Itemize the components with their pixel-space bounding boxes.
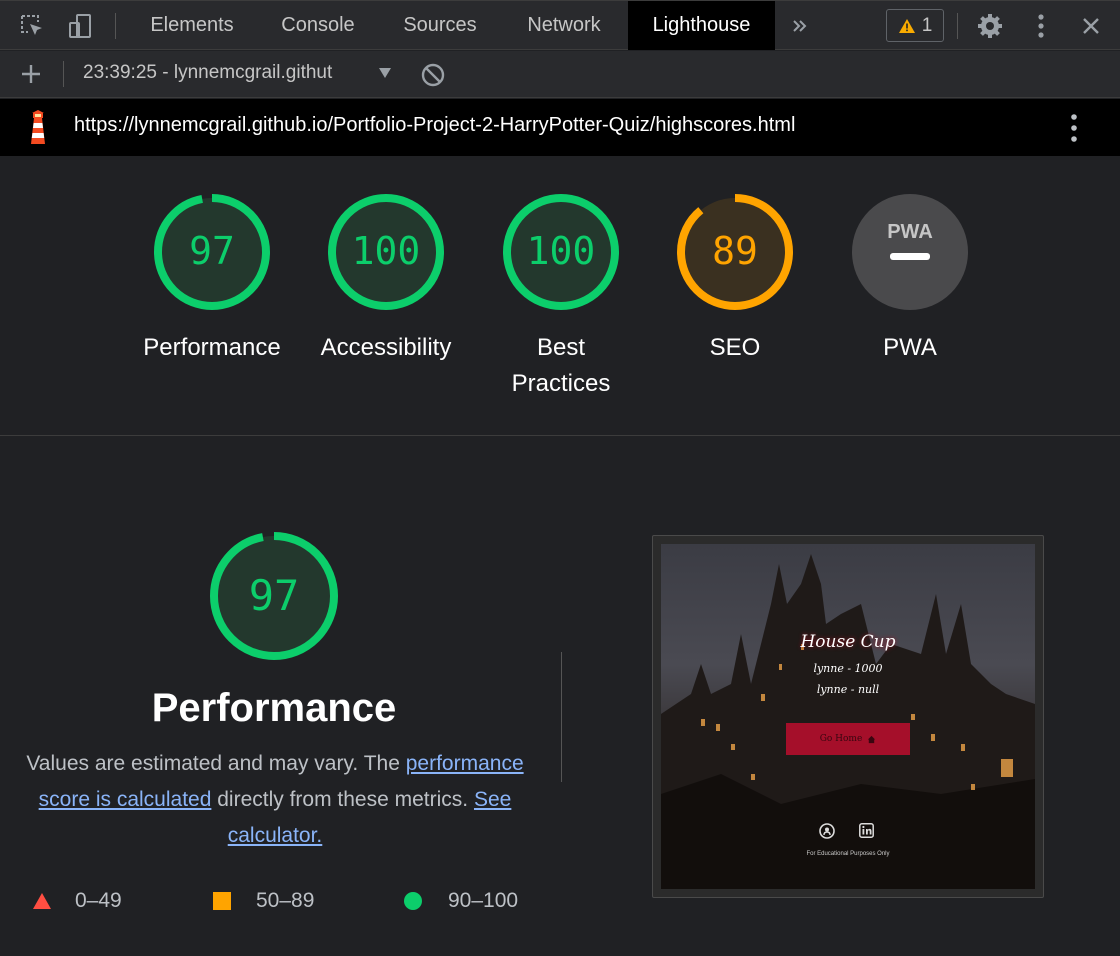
fail-triangle-icon <box>33 893 51 909</box>
screenshot-image: House Cup lynne - 1000 lynne - null Go H… <box>661 544 1035 889</box>
gauge-seo[interactable]: 89 SEO <box>650 192 820 366</box>
gauge-ring: 100 <box>503 194 619 310</box>
desc-prefix: Values are estimated and may vary. The <box>26 752 400 775</box>
inspect-element-icon[interactable] <box>15 9 49 43</box>
performance-title: Performance <box>151 686 397 730</box>
pass-circle-icon <box>404 892 422 910</box>
lighthouse-toolbar: 23:39:25 - lynnemcgrail.githut <box>0 51 1120 98</box>
linkedin-icon <box>859 823 874 838</box>
tab-network[interactable]: Network <box>506 1 622 50</box>
gauge-label: SEO <box>709 334 761 361</box>
pwa-badge-text: PWA <box>887 221 933 243</box>
legend-fail: 0–49 <box>32 888 122 914</box>
tab-console[interactable]: Console <box>262 1 374 50</box>
go-home-label: Go Home <box>819 734 863 744</box>
device-toolbar-icon[interactable] <box>63 9 97 43</box>
dropdown-arrow-icon[interactable] <box>378 66 392 84</box>
score-entry: lynne - 1000 <box>813 662 883 675</box>
performance-score: 97 <box>249 571 300 620</box>
go-home-button: Go Home <box>786 723 910 755</box>
gauge-score: 97 <box>189 229 235 273</box>
report-url-bar: https://lynnemcgrail.github.io/Portfolio… <box>0 99 1120 156</box>
score-gauges: 97 Performance 100 Accessibility 100 Bes… <box>0 156 1120 436</box>
final-screenshot[interactable]: House Cup lynne - 1000 lynne - null Go H… <box>652 535 1044 898</box>
report-url[interactable]: https://lynnemcgrail.github.io/Portfolio… <box>74 114 795 137</box>
gauge-score: 89 <box>712 229 758 273</box>
gauge-score: 100 <box>527 229 596 273</box>
warning-icon <box>898 18 915 33</box>
gauge-best-practices[interactable]: 100 Best Practices <box>476 192 646 402</box>
close-devtools-icon[interactable] <box>1074 9 1108 43</box>
report-menu-icon[interactable] <box>1070 113 1078 148</box>
house-cup-title: House Cup <box>800 632 896 652</box>
castle-silhouette <box>661 554 1035 889</box>
average-square-icon <box>213 892 231 910</box>
settings-gear-icon[interactable] <box>973 9 1007 43</box>
toolbar-divider <box>115 13 116 39</box>
tab-sources[interactable]: Sources <box>384 1 496 50</box>
gauge-ring: 97 <box>154 194 270 310</box>
tab-lighthouse[interactable]: Lighthouse <box>628 1 775 50</box>
gauge-label: Accessibility <box>320 334 452 361</box>
github-icon <box>819 823 835 839</box>
footer-note: For Educational Purposes Only <box>806 851 890 857</box>
warnings-badge[interactable]: 1 <box>886 9 944 42</box>
legend-range: 90–100 <box>448 889 519 912</box>
pwa-badge-icon: PWA <box>852 194 968 310</box>
legend-average: 50–89 <box>213 888 314 914</box>
score-entry: lynne - null <box>816 683 880 696</box>
warning-count: 1 <box>921 14 933 36</box>
gauge-pwa[interactable]: PWA PWA <box>825 192 995 366</box>
gauge-label: Performance <box>143 334 281 361</box>
gauge-label: Best Practices <box>511 334 611 397</box>
report-select-label: 23:39:25 - lynnemcgrail.githut <box>83 62 333 83</box>
desc-middle: directly from these metrics. <box>217 788 469 811</box>
performance-gauge: 97 <box>210 532 338 660</box>
performance-category: 97 Performance Values are estimated and … <box>0 436 560 956</box>
legend-pass: 90–100 <box>404 888 518 914</box>
new-report-plus-icon[interactable] <box>14 57 48 91</box>
more-options-icon[interactable] <box>1024 9 1058 43</box>
toolbar2-divider <box>63 61 64 87</box>
gauge-accessibility[interactable]: 100 Accessibility <box>301 192 471 366</box>
gauge-ring: 89 <box>677 194 793 310</box>
legend-range: 0–49 <box>75 889 122 912</box>
section-divider <box>561 652 562 782</box>
gauge-score: 100 <box>352 229 421 273</box>
devtools-tab-bar: Elements Console Sources Network Lightho… <box>0 0 1120 50</box>
tab-elements[interactable]: Elements <box>130 1 254 50</box>
clear-block-icon[interactable] <box>421 63 445 92</box>
gauge-performance[interactable]: 97 Performance <box>127 192 297 366</box>
gauge-ring: 100 <box>328 194 444 310</box>
report-select[interactable]: 23:39:25 - lynnemcgrail.githut <box>83 62 373 88</box>
home-icon <box>868 735 876 743</box>
toolbar-divider-2 <box>957 13 958 39</box>
more-tabs-icon[interactable] <box>783 9 817 43</box>
performance-description: Values are estimated and may vary. The p… <box>20 746 530 854</box>
legend-range: 50–89 <box>256 889 315 912</box>
lighthouse-logo-icon <box>25 110 51 149</box>
gauge-label: PWA <box>883 334 937 361</box>
